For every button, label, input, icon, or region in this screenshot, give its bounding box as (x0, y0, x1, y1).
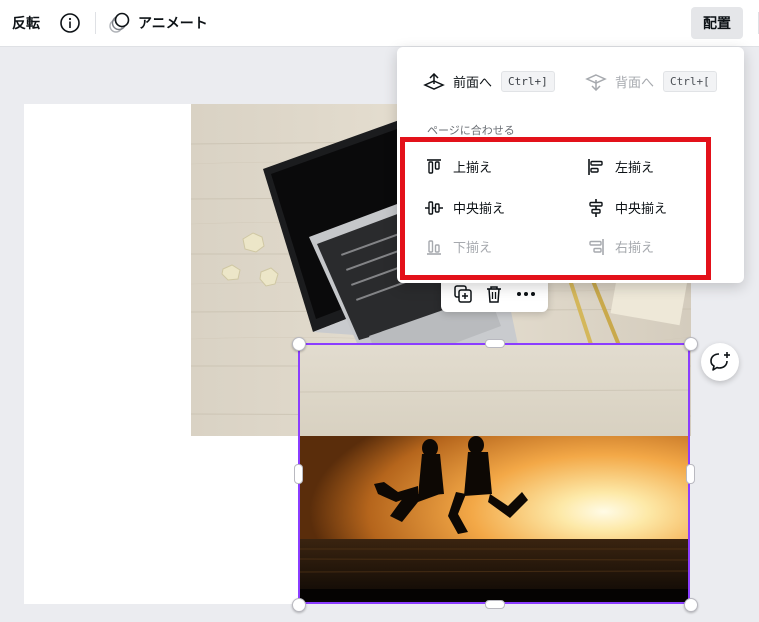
resize-handle-top-right[interactable] (684, 337, 698, 351)
more-horizontal-icon (516, 292, 535, 296)
align-middle-button[interactable]: 中央揃え (423, 198, 505, 217)
align-middle-label: 中央揃え (453, 202, 506, 217)
send-backward-label: 背面へ (615, 76, 655, 91)
bring-forward-icon (423, 72, 445, 90)
resize-handle-left[interactable] (294, 464, 303, 484)
align-center-icon (589, 198, 603, 217)
editor-toolbar: 反転 アニメート 配置 (0, 0, 759, 47)
align-to-page-heading: ページに合わせる (427, 124, 515, 137)
selection-outline (298, 343, 690, 604)
align-right-label: 右揃え (615, 241, 655, 256)
flip-label: 反転 (12, 16, 40, 32)
duplicate-button[interactable] (453, 284, 473, 304)
send-backward-button[interactable]: 背面へ Ctrl+[ (585, 71, 717, 92)
align-top-icon (427, 158, 441, 174)
position-panel: 前面へ Ctrl+] 背面へ Ctrl+[ ページに合わせる 上揃え 左揃え 中… (397, 47, 744, 283)
align-top-label: 上揃え (453, 161, 493, 176)
send-backward-shortcut: Ctrl+[ (663, 71, 717, 92)
animate-button[interactable]: アニメート (108, 0, 208, 46)
bring-forward-shortcut: Ctrl+] (501, 71, 555, 92)
animate-label: アニメート (138, 16, 208, 32)
resize-handle-right[interactable] (686, 464, 695, 484)
align-left-button[interactable]: 左揃え (585, 157, 654, 176)
position-label: 配置 (703, 16, 731, 32)
delete-button[interactable] (484, 284, 504, 304)
bring-forward-button[interactable]: 前面へ Ctrl+] (423, 71, 555, 92)
comment-add-icon (710, 352, 730, 371)
align-bottom-icon (427, 239, 441, 255)
position-button[interactable]: 配置 (691, 7, 743, 39)
flip-button[interactable]: 反転 (12, 0, 40, 46)
animate-icon (109, 12, 130, 33)
align-bottom-button[interactable]: 下揃え (423, 237, 492, 256)
align-right-button[interactable]: 右揃え (585, 237, 654, 256)
duplicate-icon (453, 285, 472, 303)
trash-icon (486, 286, 501, 303)
align-bottom-label: 下揃え (453, 241, 493, 256)
resize-handle-bottom-left[interactable] (292, 598, 306, 612)
more-options-button[interactable] (515, 284, 537, 304)
resize-handle-top[interactable] (485, 339, 505, 348)
resize-handle-top-left[interactable] (292, 337, 306, 351)
toolbar-divider (95, 12, 96, 34)
align-middle-icon (425, 200, 443, 215)
info-icon (60, 13, 80, 33)
align-left-label: 左揃え (615, 161, 655, 176)
bring-forward-label: 前面へ (453, 76, 493, 91)
align-top-button[interactable]: 上揃え (423, 157, 492, 176)
info-button[interactable] (59, 0, 81, 46)
align-center-button[interactable]: 中央揃え (585, 198, 667, 217)
align-center-label: 中央揃え (615, 202, 668, 217)
resize-handle-bottom[interactable] (485, 600, 505, 609)
resize-handle-bottom-right[interactable] (684, 598, 698, 612)
align-left-icon (588, 158, 603, 175)
add-comment-button[interactable] (701, 343, 739, 381)
align-right-icon (589, 238, 604, 255)
send-backward-icon (585, 73, 607, 91)
